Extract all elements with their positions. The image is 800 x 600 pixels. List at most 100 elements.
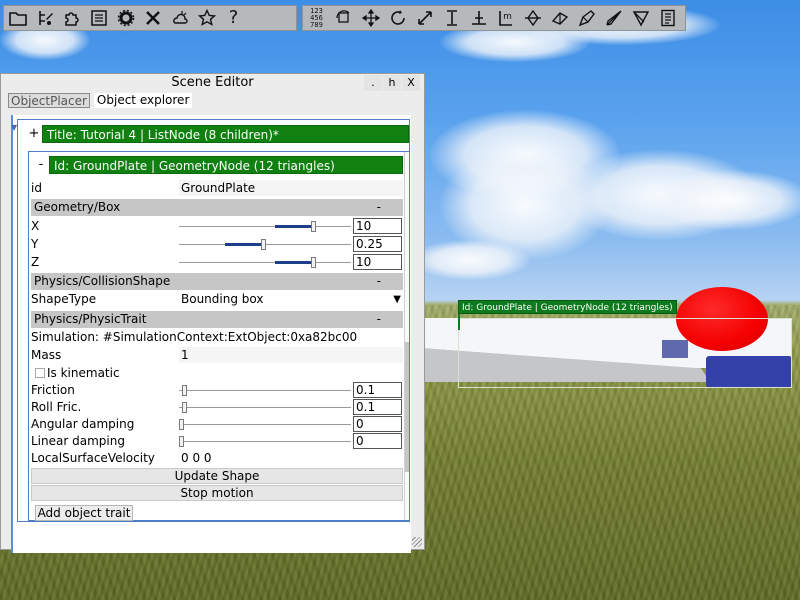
weather-icon[interactable] — [166, 6, 193, 30]
edit-shape-icon[interactable] — [573, 6, 600, 30]
x-slider[interactable] — [179, 218, 351, 235]
roll-friction-value-field[interactable]: 0.1 — [353, 399, 402, 415]
numbers-glyph: 123 456 789 — [310, 6, 323, 29]
y-label: Y — [31, 237, 39, 251]
anchor-icon[interactable] — [465, 6, 492, 30]
vertical-scrollbar[interactable] — [404, 152, 409, 520]
help-icon[interactable]: ? — [220, 6, 247, 30]
linear-damping-row: Linear damping 0 — [31, 433, 403, 450]
rotate-icon[interactable] — [384, 6, 411, 30]
flight-icon[interactable] — [600, 6, 627, 30]
tab-object-placer[interactable]: ObjectPlacer — [8, 93, 90, 108]
root-node-header[interactable]: + Title: Tutorial 4 | ListNode (8 childr… — [26, 124, 409, 144]
shape-type-dropdown[interactable]: Bounding box ▼ — [179, 291, 403, 307]
expand-toggle[interactable]: + — [26, 125, 42, 143]
section-collapse-button[interactable]: - — [377, 273, 381, 290]
help-glyph: ? — [228, 7, 239, 28]
selection-tag[interactable]: Id: GroundPlate | GeometryNode (12 trian… — [458, 300, 677, 314]
root-node-label[interactable]: Title: Tutorial 4 | ListNode (8 children… — [42, 125, 409, 143]
id-label: id — [31, 181, 42, 195]
kinematic-checkbox[interactable] — [35, 368, 45, 378]
resize-grip-icon[interactable] — [412, 537, 422, 547]
roll-friction-slider[interactable] — [179, 399, 351, 416]
section-geometry-box[interactable]: Geometry/Box - — [31, 199, 403, 216]
angular-damping-slider[interactable] — [179, 416, 351, 433]
x-label: X — [31, 219, 40, 233]
id-field[interactable]: GroundPlate — [179, 180, 403, 196]
tab-object-explorer[interactable]: Object explorer — [93, 93, 193, 108]
y-value-field[interactable]: 0.25 — [353, 236, 402, 252]
puzzle-icon[interactable] — [58, 6, 85, 30]
angular-damping-value-field[interactable]: 0 — [353, 416, 402, 432]
height-icon[interactable] — [438, 6, 465, 30]
aim-icon[interactable] — [546, 6, 573, 30]
z-label: Z — [31, 255, 40, 269]
section-title: Physics/PhysicTrait — [34, 312, 147, 326]
slider-track[interactable] — [179, 262, 351, 263]
child-node-label[interactable]: Id: GroundPlate | GeometryNode (12 trian… — [49, 156, 403, 174]
x-value-field[interactable]: 10 — [353, 218, 402, 234]
root-node-frame: + Title: Tutorial 4 | ListNode (8 childr… — [17, 119, 410, 522]
star-icon[interactable] — [193, 6, 220, 30]
tools-icon[interactable] — [139, 6, 166, 30]
list-icon[interactable] — [85, 6, 112, 30]
section-collision-shape[interactable]: Physics/CollisionShape - — [31, 273, 403, 290]
slider-track[interactable] — [179, 441, 351, 442]
slider-track[interactable] — [179, 407, 351, 408]
mass-field[interactable]: 1 — [179, 347, 403, 363]
scene-editor-window: Scene Editor . h X ObjectPlacer Object e… — [0, 73, 425, 553]
add-object-trait-button[interactable]: Add object trait — [35, 505, 133, 521]
folder-icon[interactable] — [4, 6, 31, 30]
close-button[interactable]: . — [364, 75, 382, 91]
friction-value-field[interactable]: 0.1 — [353, 382, 402, 398]
friction-slider[interactable] — [179, 382, 351, 399]
tree-edit-icon[interactable] — [31, 6, 58, 30]
linear-damping-value-field[interactable]: 0 — [353, 433, 402, 449]
y-slider[interactable] — [179, 236, 351, 253]
section-collapse-button[interactable]: - — [377, 311, 381, 328]
rotate-object-icon[interactable] — [330, 6, 357, 30]
hide-button[interactable]: h — [383, 75, 401, 91]
stop-motion-button[interactable]: Stop motion — [31, 485, 403, 501]
slider-handle[interactable] — [179, 419, 184, 430]
object-explorer-panel: ▼ + Title: Tutorial 4 | ListNode (8 chil… — [11, 115, 411, 553]
slider-track[interactable] — [179, 226, 351, 227]
slider-handle[interactable] — [311, 221, 316, 232]
update-shape-button[interactable]: Update Shape — [31, 468, 403, 484]
simulation-text: Simulation: #SimulationContext:ExtObject… — [31, 330, 358, 344]
exit-button[interactable]: X — [402, 75, 420, 91]
slider-handle[interactable] — [261, 239, 266, 250]
collapse-toggle[interactable]: - — [33, 156, 49, 174]
section-title: Geometry/Box — [34, 200, 121, 214]
slider-track[interactable] — [179, 390, 351, 391]
gear-icon[interactable] — [112, 6, 139, 30]
scrollbar-thumb[interactable] — [405, 342, 409, 472]
z-value-field[interactable]: 10 — [353, 254, 402, 270]
slider-track[interactable] — [179, 424, 351, 425]
child-node-frame: - Id: GroundPlate | GeometryNode (12 tri… — [28, 151, 409, 521]
section-title: Physics/CollisionShape — [34, 274, 171, 288]
measure-icon[interactable]: m — [492, 6, 519, 30]
linear-damping-slider[interactable] — [179, 433, 351, 450]
child-node-header[interactable]: - Id: GroundPlate | GeometryNode (12 tri… — [33, 155, 403, 175]
shape-type-row: ShapeType Bounding box ▼ — [31, 291, 403, 308]
chevron-down-icon[interactable]: ▼ — [393, 291, 401, 308]
scale-icon[interactable] — [411, 6, 438, 30]
window-buttons: . h X — [363, 75, 420, 91]
slider-handle[interactable] — [311, 257, 316, 268]
move-icon[interactable] — [357, 6, 384, 30]
slider-handle[interactable] — [179, 436, 184, 447]
section-physic-trait[interactable]: Physics/PhysicTrait - — [31, 311, 403, 328]
notes-icon[interactable] — [654, 6, 681, 30]
z-slider[interactable] — [179, 254, 351, 271]
slider-handle[interactable] — [182, 402, 187, 413]
section-collapse-button[interactable]: - — [377, 199, 381, 216]
transform-icon[interactable] — [627, 6, 654, 30]
mass-row: Mass 1 — [31, 347, 403, 364]
place-icon[interactable] — [519, 6, 546, 30]
slider-handle[interactable] — [182, 385, 187, 396]
surface-velocity-field[interactable]: 0 0 0 — [179, 450, 403, 466]
numbers-icon[interactable]: 123 456 789 — [303, 6, 330, 30]
roll-friction-row: Roll Fric. 0.1 — [31, 399, 403, 416]
window-title[interactable]: Scene Editor — [1, 74, 424, 92]
